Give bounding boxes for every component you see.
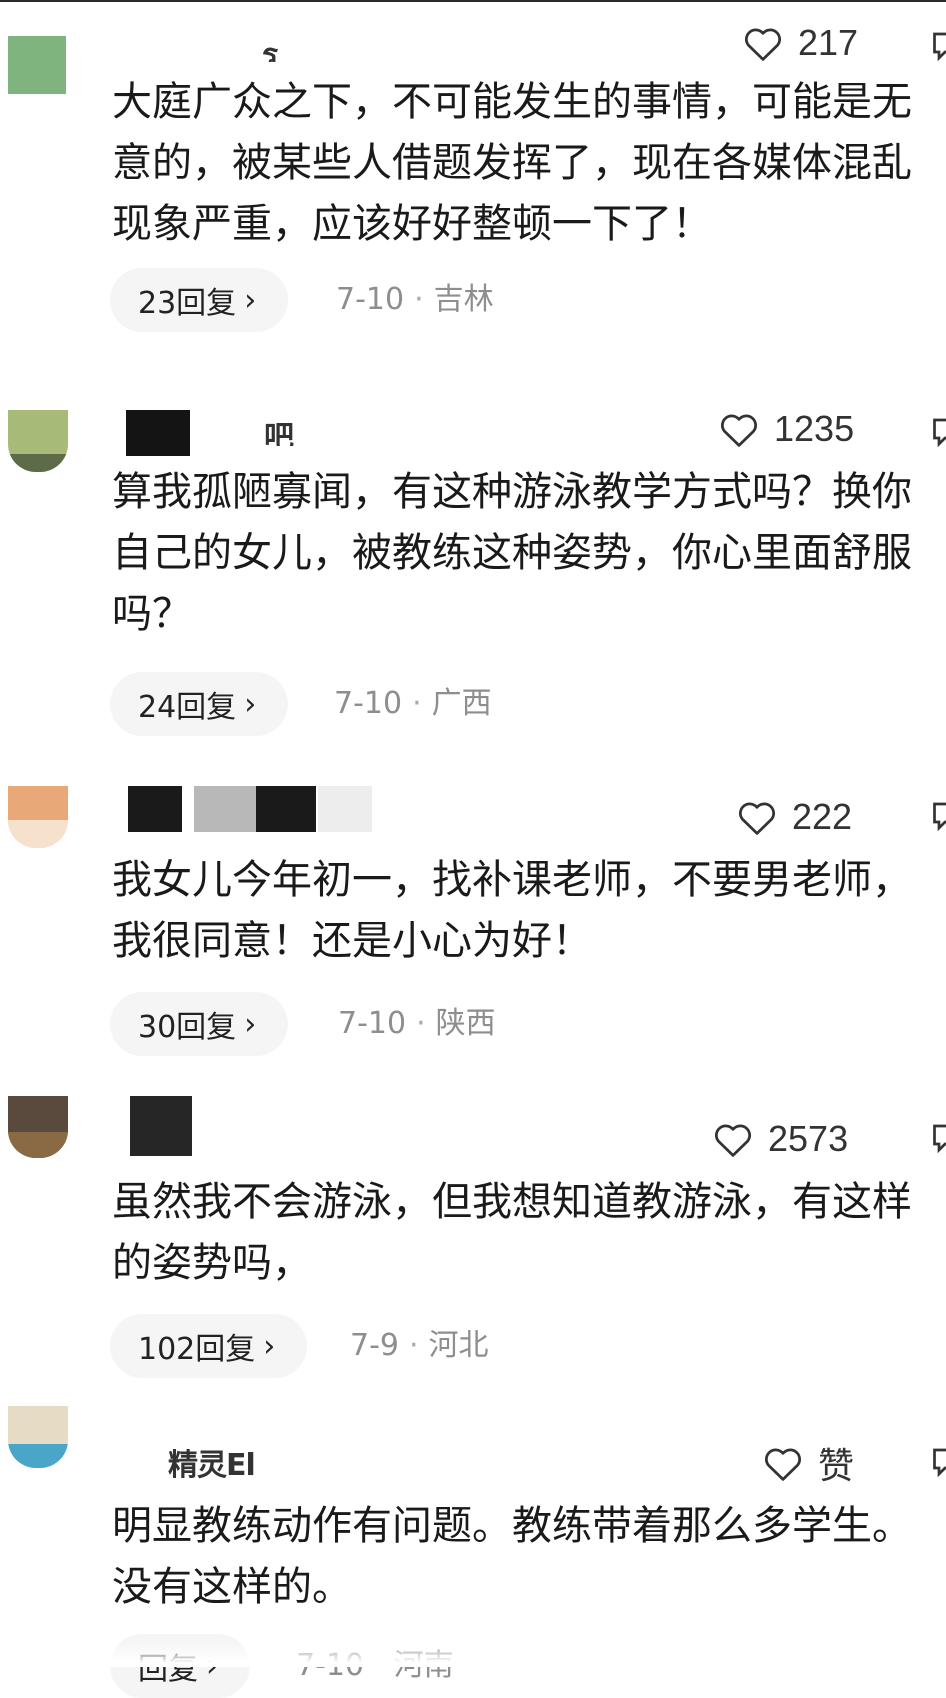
comment-location: 吉林 xyxy=(433,282,494,317)
chevron-right-icon: › xyxy=(244,686,257,722)
like-button[interactable]: 赞 xyxy=(762,1440,854,1486)
username[interactable]: 精灵El xyxy=(112,1440,312,1488)
comment-text: 大庭广众之下，不可能发生的事情，可能是无意的，被某些人借题发挥了，现在各媒体混乱… xyxy=(112,79,912,247)
comment-location: 陕西 xyxy=(435,1006,496,1041)
avatar[interactable] xyxy=(8,786,68,848)
name-redaction xyxy=(130,1096,192,1156)
chevron-right-icon: › xyxy=(244,1006,257,1042)
replies-button[interactable]: 102回复 › xyxy=(110,1314,308,1378)
heart-outline-icon xyxy=(765,1448,801,1481)
like-count: 1235 xyxy=(774,408,855,449)
heart-outline-icon xyxy=(745,28,781,61)
avatar[interactable] xyxy=(8,1406,68,1468)
meta-separator: · xyxy=(412,686,422,721)
bottom-cutoff xyxy=(0,1640,946,1667)
username[interactable]: ร xyxy=(112,22,292,70)
replies-button[interactable]: 30回复 › xyxy=(110,992,289,1056)
username-text: 精灵El xyxy=(168,1448,256,1480)
like-button[interactable]: 2573 xyxy=(712,1116,848,1162)
comment-date: 7-10 xyxy=(338,1006,407,1041)
comment-icon[interactable] xyxy=(930,1118,946,1158)
like-count: 222 xyxy=(792,796,853,837)
comment-meta: 7-10 · 广西 xyxy=(334,672,492,736)
comment-text: 算我孤陋寡闻，有这种游泳教学方式吗？换你自己的女儿，被教练这种姿势，你心里面舒服… xyxy=(112,469,912,637)
comment-meta: 7-10 · 陕西 xyxy=(338,992,496,1056)
comment-text: 我女儿今年初一，找补课老师，不要男老师，我很同意！还是小心为好！ xyxy=(112,857,912,964)
username-text xyxy=(192,1140,222,1150)
heart-outline-icon xyxy=(721,414,757,447)
replies-button[interactable]: 24回复 › xyxy=(110,672,289,736)
replies-button[interactable]: 23回复 › xyxy=(110,268,289,332)
comment-date: 7-10 xyxy=(336,282,405,317)
username-text: 吧 xyxy=(264,420,294,446)
comment-icon[interactable] xyxy=(930,1442,946,1482)
username[interactable] xyxy=(112,786,382,834)
username-text xyxy=(112,826,372,836)
reply-count: 30回复 xyxy=(138,1010,237,1045)
comment-icon[interactable] xyxy=(930,26,946,66)
comment-icon[interactable] xyxy=(930,412,946,452)
comment-date: 7-10 xyxy=(334,686,403,721)
like-count: 2573 xyxy=(768,1118,849,1159)
like-button[interactable]: 222 xyxy=(736,794,852,840)
reply-count: 102回复 xyxy=(138,1332,256,1367)
meta-separator: · xyxy=(409,1328,419,1363)
comment-location: 广西 xyxy=(431,686,492,721)
username[interactable] xyxy=(112,1096,232,1156)
comment-location: 河北 xyxy=(428,1328,489,1363)
reply-count: 24回复 xyxy=(138,690,237,725)
meta-separator: · xyxy=(414,282,424,317)
comment-meta: 7-10 · 吉林 xyxy=(336,268,494,332)
comment-icon[interactable] xyxy=(930,796,946,836)
comment-meta: 7-9 · 河北 xyxy=(350,1314,489,1378)
avatar[interactable] xyxy=(8,1096,68,1158)
username-text: ร xyxy=(262,38,278,62)
heart-outline-icon xyxy=(715,1124,751,1157)
reply-count: 23回复 xyxy=(138,286,237,321)
username[interactable]: 吧 xyxy=(112,410,312,458)
comment-date: 7-9 xyxy=(350,1328,399,1363)
comment-text: 明显教练动作有问题。教练带着那么多学生。没有这样的。 xyxy=(112,1503,912,1610)
chevron-right-icon: › xyxy=(263,1328,276,1364)
chevron-right-icon: › xyxy=(244,282,257,318)
name-redaction xyxy=(126,410,190,456)
top-divider xyxy=(0,0,946,2)
like-count: 217 xyxy=(798,22,859,63)
avatar[interactable] xyxy=(8,410,68,472)
like-button[interactable]: 217 xyxy=(742,20,858,66)
comment-text: 虽然我不会游泳，但我想知道教游泳，有这样的姿势吗， xyxy=(112,1179,912,1286)
like-button[interactable]: 1235 xyxy=(718,406,854,452)
like-count: 赞 xyxy=(818,1445,855,1486)
heart-outline-icon xyxy=(739,802,775,835)
avatar[interactable] xyxy=(8,36,66,94)
meta-separator: · xyxy=(416,1006,426,1041)
